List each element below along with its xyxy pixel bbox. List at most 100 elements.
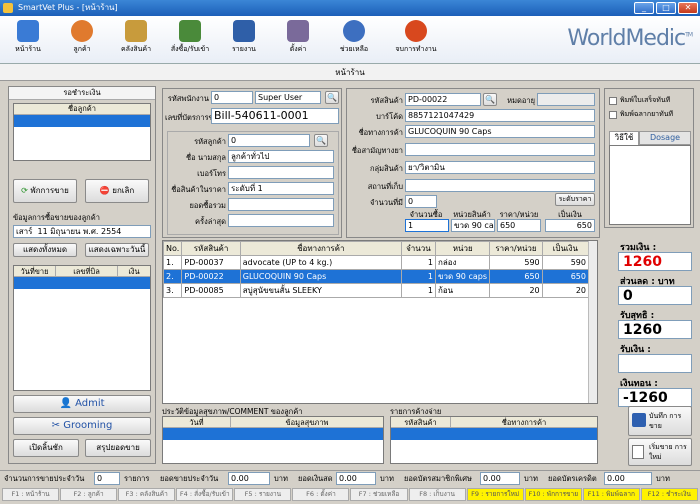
items-grid[interactable]: No. รหัสสินค้า ชื่อทางการค้า จำนวน หน่วย… [162,240,598,404]
pending-selected-row[interactable] [391,428,597,440]
total-buy-label: ยอดซื้อรวม [189,201,226,210]
title-bar: SmartVet Plus - [หน้าร้าน] [0,0,700,16]
maximize-button[interactable]: □ [656,2,676,14]
fkey-f1[interactable]: F1 : หน้าร้าน [2,488,60,501]
report-icon [233,20,255,42]
barcode-label: บาร์โค้ด [376,112,403,121]
fkey-f12[interactable]: F12 : ชำระเงิน [640,488,698,501]
show-all-button[interactable]: แสดงทั้งหมด [13,243,77,257]
queue-header: รอชำระเงิน [9,87,155,100]
expiry-label: หมดอายุ [507,96,535,105]
window-controls: _ □ ✕ [634,2,698,14]
history-selected-row[interactable] [163,428,383,440]
customer-search-button[interactable]: 🔍 [314,134,328,147]
staff-search-button[interactable]: 🔍 [325,91,339,104]
save-sale-button[interactable]: บันทึก การขาย [628,406,692,436]
checkbox[interactable] [609,110,617,119]
history-col-headers: วันที่ขาย เลขที่บิล เงิน [14,266,150,277]
price-level-label: ชื่อสินค้าในราคา [171,185,226,194]
toolbar-exit-button[interactable]: จบการทำงาน [388,18,444,62]
trade-name-field: GLUCOQUIN 90 Caps [405,125,595,138]
sale-info-panel: รหัสพนักงาน 0 Super User 🔍 เลขที่บัตรการ… [162,88,342,238]
hold-icon: ⟳ [21,186,28,195]
print-label-option[interactable]: พิมพ์ฉลากยาทันที [609,109,673,120]
toolbar-report-button[interactable]: รายงาน [220,18,268,62]
customer-name-label: ชื่อ นามสกุล [186,153,226,162]
date-picker[interactable]: เสาร์ 11 มิถุนายน พ.ศ. 2554 [13,225,151,238]
admit-button[interactable]: 👤 Admit [13,395,151,413]
fkey-f9[interactable]: F9 : รายการใหม่ [466,488,524,501]
function-key-bar: F1 : หน้าร้าน F2 : ลูกค้า F3 : คลังสินค้… [0,486,700,504]
show-today-button[interactable]: แสดงเฉพาะวันนี้ [85,243,149,257]
tab-dosage[interactable]: Dosage [639,131,691,145]
minimize-button[interactable]: _ [634,2,654,14]
discount-input[interactable]: 0 [618,286,692,305]
cancel-sale-button[interactable]: ⛔ ยกเลิก [85,179,149,203]
queue-selected-row[interactable] [14,115,150,127]
health-history-grid[interactable]: วันที่ ข้อมูลสุขภาพ [162,416,384,464]
last-visit-label: ครั้งล่าสุด [195,217,226,226]
fkey-f3[interactable]: F3 : คลังสินค้า [118,488,176,501]
cancel-icon: ⛔ [99,186,110,195]
checkbox[interactable] [609,96,617,105]
pending-grid[interactable]: รหัสสินค้า ชื่อทางการค้า [390,416,598,464]
fkey-f6[interactable]: F6 : ตั้งค่า [292,488,350,501]
toolbar-inventory-button[interactable]: คลังสินค้า [112,18,160,62]
toolbar-cashier-button[interactable]: หน้าร้าน [4,18,52,62]
unit-select[interactable]: ขวด 90 caps [451,219,495,232]
open-drawer-button[interactable]: เปิดลิ้นชัก [13,439,79,457]
toolbar-customers-button[interactable]: ลูกค้า [58,18,106,62]
exit-icon [405,20,427,42]
fkey-f2[interactable]: F2 : ลูกค้า [60,488,118,501]
history-selected-row[interactable] [14,277,150,289]
product-code-label: รหัสสินค้า [370,96,403,105]
received-input[interactable] [618,354,692,373]
fkey-f4[interactable]: F4 : สั่งซื้อ/รับเข้า [176,488,234,501]
usage-tabs: วิธีใช้ Dosage [609,131,691,145]
page-title: หน้าร้าน [0,64,700,81]
fkey-f7[interactable]: F7 : ช่วยเหลือ [350,488,408,501]
tab-usage[interactable]: วิธีใช้ [609,131,639,145]
new-sale-button[interactable]: เริ่มขาย การใหม่ [628,438,692,466]
fkey-f5[interactable]: F5 : รายงาน [234,488,292,501]
change-value: -1260 [618,388,692,407]
customer-code-input[interactable]: 0 [228,134,310,147]
staff-code-input[interactable]: 0 [211,91,253,104]
product-search-button[interactable]: 🔍 [483,93,497,106]
table-row[interactable]: 1. PD-00037 advocate (UP to 4 kg.) 1 กล่อง 59… [162,255,590,270]
usage-textarea[interactable] [609,145,691,225]
close-button[interactable]: ✕ [678,2,698,14]
grooming-button[interactable]: ✂ Grooming [13,417,151,435]
barcode-input[interactable]: 8857121047429 [405,109,595,122]
stock-label: จำนวนที่มี [370,198,403,207]
price-field[interactable]: 650 [497,219,541,232]
items-scrollbar[interactable] [588,241,597,403]
table-row[interactable]: 3. PD-00085 สบู่สุนัขขนสั้น SLEEKY 1 ก้อน 20 2… [162,283,590,298]
price-level-button[interactable]: ระดับราคา [555,193,595,206]
toolbar-purchase-button[interactable]: สั่งซื้อ/รับเข้า [166,18,214,62]
fkey-f11[interactable]: F11 : พิมพ์ฉลาก [582,488,640,501]
toolbar-help-button[interactable]: ช่วยเหลือ [330,18,378,62]
fkey-f8[interactable]: F8 : เก็บงาน [408,488,466,501]
bill-label: เลขที่บัตรการขาย [165,113,223,122]
toolbar-settings-button[interactable]: ตั้งค่า [274,18,322,62]
staff-label: รหัสพนักงาน [167,94,209,103]
admit-icon: 👤 [59,398,72,409]
help-icon [343,20,365,42]
window-title: SmartVet Plus - [หน้าร้าน] [18,3,118,12]
product-code-input[interactable]: PD-00022 [405,93,481,106]
left-panel: รอชำระเงิน ชื่อลูกค้า ⟳ พักการขาย ⛔ ยกเล… [8,86,156,464]
queue-list[interactable]: ชื่อลูกค้า [13,103,151,161]
search-icon: 🔍 [485,95,495,104]
history-list[interactable]: วันที่ขาย เลขที่บิล เงิน [13,265,151,391]
qty-input[interactable]: 1 [405,219,449,232]
table-row-selected[interactable]: 2. PD-00022 GLUCOQUIN 90 Caps 1 ขวด 90 caps 6… [162,269,590,284]
generic-name-field [405,143,595,156]
print-receipt-option[interactable]: พิมพ์ใบเสร็จทันที [609,95,670,106]
hold-sale-button[interactable]: ⟳ พักการขาย [13,179,77,203]
history-title: ข้อมูลการซื้อขายของลูกค้า [13,213,100,222]
sales-summary-button[interactable]: สรุปยอดขาย [85,439,151,457]
customers-icon [71,20,93,42]
phone-label: เบอร์โทร [197,169,226,178]
fkey-f10[interactable]: F10 : พักการขาย [524,488,582,501]
